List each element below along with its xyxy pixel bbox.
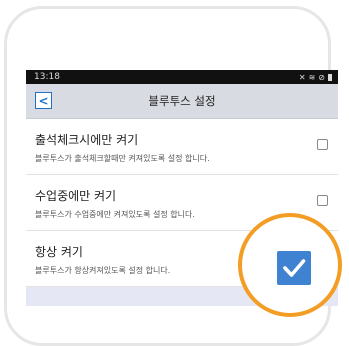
status-bar: 13:18 ✕ ≋ ⊘ bbox=[26, 70, 338, 84]
page-title: 블루투스 설정 bbox=[148, 94, 216, 108]
status-time: 13:18 bbox=[34, 72, 60, 82]
attendance-only-checkbox[interactable] bbox=[317, 139, 328, 150]
back-button[interactable]: < bbox=[35, 92, 52, 109]
wifi-icon: ≋ bbox=[308, 72, 316, 82]
always-on-checkbox[interactable] bbox=[277, 251, 311, 285]
setting-description: 블루투스가 항상켜져있도록 설정 합니다. bbox=[35, 266, 171, 275]
setting-description: 블루투스가 수업중에만 켜져있도록 설정 합니다. bbox=[35, 210, 195, 219]
setting-title: 항상 켜기 bbox=[35, 245, 83, 259]
setting-description: 블루투스가 출석체크할때만 켜져있도록 설정 합니다. bbox=[35, 154, 210, 163]
setting-title: 출석체크시에만 켜기 bbox=[35, 133, 139, 147]
mute-icon: ✕ bbox=[298, 72, 306, 82]
setting-title: 수업중에만 켜기 bbox=[35, 189, 117, 203]
class-only-checkbox[interactable] bbox=[317, 195, 328, 206]
zoom-highlight bbox=[238, 213, 342, 317]
check-icon bbox=[283, 259, 306, 277]
app-header: < 블루투스 설정 bbox=[26, 84, 338, 119]
chevron-left-icon: < bbox=[38, 93, 49, 108]
status-icons: ✕ ≋ ⊘ bbox=[299, 73, 332, 82]
do-not-disturb-icon: ⊘ bbox=[318, 72, 325, 82]
setting-attendance-only[interactable]: 출석체크시에만 켜기 블루투스가 출석체크할때만 켜져있도록 설정 합니다. bbox=[26, 119, 338, 175]
battery-icon bbox=[328, 73, 332, 81]
